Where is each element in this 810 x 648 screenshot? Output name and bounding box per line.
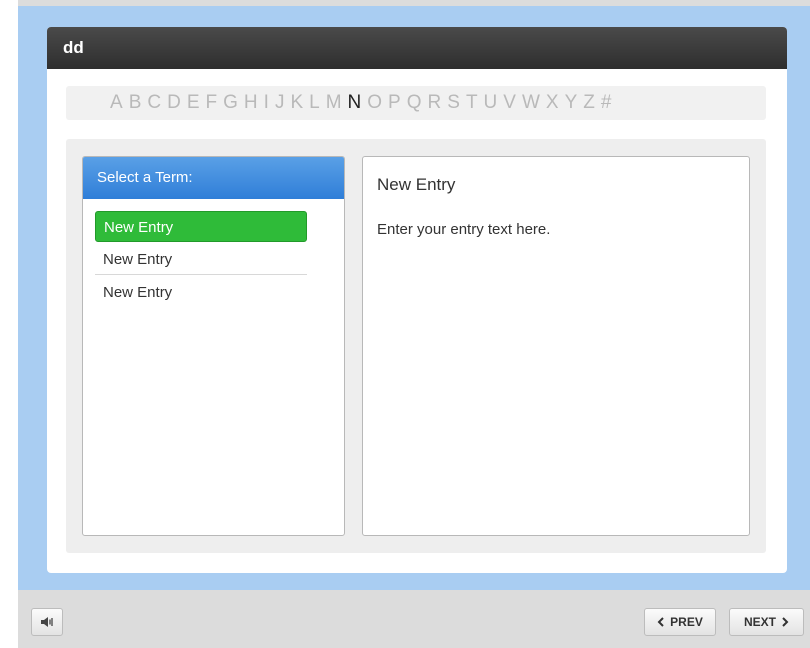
alphabet-letter[interactable]: N: [348, 92, 362, 114]
term-item[interactable]: New Entry: [95, 277, 307, 308]
alphabet-letter[interactable]: O: [367, 92, 382, 114]
alphabet-letter[interactable]: W: [522, 92, 540, 114]
alphabet-letter[interactable]: H: [244, 92, 258, 114]
alphabet-letter[interactable]: L: [309, 92, 320, 114]
prev-button[interactable]: PREV: [644, 608, 716, 636]
term-item[interactable]: New Entry: [95, 244, 307, 275]
speaker-icon: [41, 617, 53, 627]
entry-title: New Entry: [377, 175, 456, 194]
alphabet-letter[interactable]: F: [206, 92, 218, 114]
glossary-panel: Select a Term: New Entry New Entry New E…: [66, 139, 766, 553]
entry-pane: New Entry Enter your entry text here.: [362, 156, 750, 536]
term-item[interactable]: New Entry: [95, 211, 307, 242]
entry-text: Enter your entry text here.: [377, 221, 551, 238]
alphabet-letter[interactable]: U: [484, 92, 498, 114]
alphabet-letter[interactable]: D: [167, 92, 181, 114]
alphabet-letter[interactable]: Q: [407, 92, 422, 114]
alphabet-letter[interactable]: Y: [565, 92, 578, 114]
page-title: dd: [47, 27, 787, 69]
prev-label: PREV: [670, 615, 703, 629]
alphabet-letter[interactable]: K: [290, 92, 303, 114]
next-label: NEXT: [743, 615, 776, 629]
sound-button[interactable]: [31, 608, 63, 636]
alphabet-letter[interactable]: M: [326, 92, 342, 114]
alphabet-letter[interactable]: E: [187, 92, 200, 114]
alphabet-bar: A B C D E F G H I J K L M N O P Q R S T U V W X Y Z #: [66, 86, 766, 120]
alphabet-letter[interactable]: B: [129, 92, 142, 114]
alphabet-letter[interactable]: J: [275, 92, 285, 114]
alphabet-letter[interactable]: A: [110, 92, 123, 114]
alphabet-letter[interactable]: #: [601, 92, 612, 114]
alphabet-letter[interactable]: R: [428, 92, 442, 114]
next-button[interactable]: NEXT: [729, 608, 804, 636]
alphabet-letter[interactable]: V: [503, 92, 516, 114]
alphabet-letter[interactable]: Z: [583, 92, 595, 114]
alphabet-letter[interactable]: P: [388, 92, 401, 114]
alphabet-letter[interactable]: X: [546, 92, 559, 114]
alphabet-letter[interactable]: S: [447, 92, 460, 114]
alphabet-letter[interactable]: I: [264, 92, 269, 114]
chevron-right-icon: [782, 617, 789, 627]
alphabet-letter[interactable]: T: [466, 92, 478, 114]
alphabet-letter[interactable]: C: [147, 92, 161, 114]
term-list-header: Select a Term:: [83, 157, 344, 199]
alphabet-letter[interactable]: G: [223, 92, 238, 114]
chevron-left-icon: [657, 617, 664, 627]
term-list: Select a Term: New Entry New Entry New E…: [82, 156, 345, 536]
glossary-card: dd A B C D E F G H I J K L M N O P Q R S T U V W X Y Z # Select a …: [47, 27, 787, 573]
